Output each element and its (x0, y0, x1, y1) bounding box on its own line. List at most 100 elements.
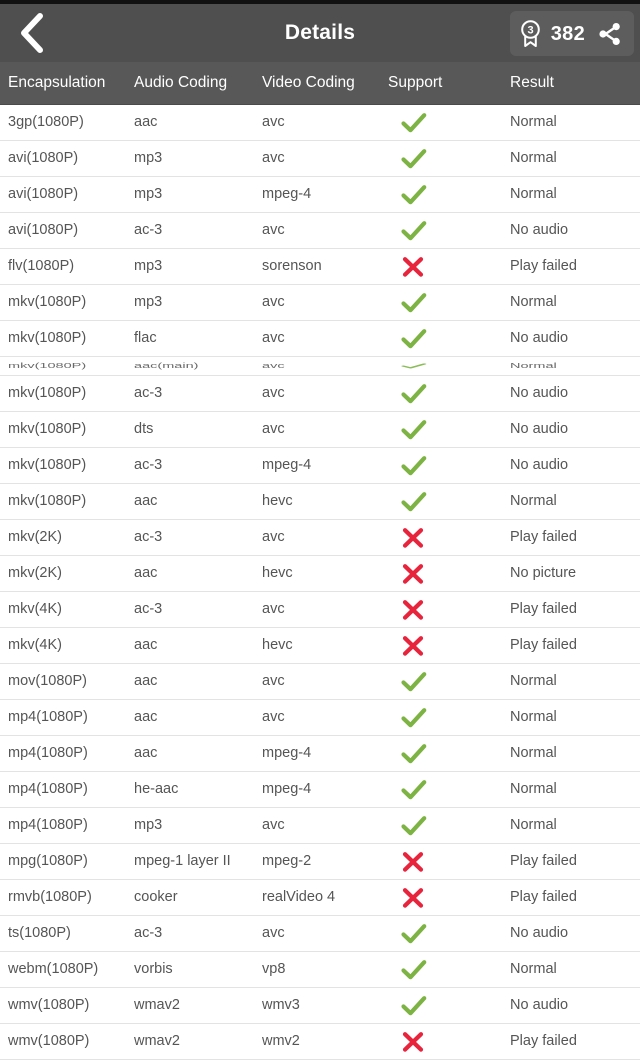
app-bar: Details 3 382 (0, 4, 640, 62)
cell-support (388, 916, 506, 951)
cell-encapsulation: wmv(1080P) (8, 997, 90, 1013)
cell-encapsulation: mkv(1080P) (8, 457, 87, 473)
cell-audio: mp3 (134, 258, 163, 274)
column-header-video-coding: Video Coding (262, 74, 355, 91)
cell-audio: aac (134, 745, 158, 761)
table-row[interactable]: mkv(4K) ac-3 avc Play failed (0, 592, 640, 628)
table-row[interactable]: mkv(1080P) mp3 avc Normal (0, 285, 640, 321)
table-column-header: Encapsulation Audio Coding Video Coding … (0, 62, 640, 105)
cell-result: Normal (510, 150, 557, 166)
cell-video: avc (262, 421, 285, 437)
cell-result: No audio (510, 457, 569, 473)
cell-result: Normal (510, 961, 557, 977)
check-icon (388, 412, 427, 447)
cell-encapsulation: mkv(1080P) (8, 421, 87, 437)
check-icon (388, 916, 427, 951)
table-row[interactable]: mkv(1080P) flac avc No audio (0, 321, 640, 357)
cell-video: hevc (262, 637, 293, 653)
table-row[interactable]: mkv(1080P) dts avc No audio (0, 412, 640, 448)
svg-text:3: 3 (528, 25, 534, 37)
table-row[interactable]: ts(1080P) ac-3 avc No audio (0, 916, 640, 952)
cell-video: avc (262, 601, 285, 617)
check-icon (388, 700, 427, 735)
table-row[interactable]: avi(1080P) mp3 avc Normal (0, 141, 640, 177)
cell-support (388, 141, 506, 176)
cell-encapsulation: ts(1080P) (8, 925, 71, 941)
cell-support (388, 772, 506, 807)
cell-support (388, 213, 506, 248)
cell-result: Normal (510, 745, 557, 761)
cross-icon (388, 520, 425, 555)
cell-video: avc (262, 150, 285, 166)
cell-support (388, 880, 506, 915)
cell-audio: aac(main) (134, 361, 199, 371)
cell-support (388, 664, 506, 699)
cell-video: avc (262, 222, 285, 238)
cell-result: No audio (510, 385, 569, 401)
table-row[interactable]: wmv(1080P) wmav2 wmv2 Play failed (0, 1024, 640, 1060)
cell-audio: ac-3 (134, 529, 163, 545)
check-icon (388, 213, 427, 248)
cell-encapsulation: mp4(1080P) (8, 709, 88, 725)
cell-result: Normal (510, 114, 557, 130)
table-row[interactable]: mov(1080P) aac avc Normal (0, 664, 640, 700)
table-row[interactable]: mpg(1080P) mpeg-1 layer II mpeg-2 Play fail… (0, 844, 640, 880)
table-row[interactable]: 3gp(1080P) aac avc Normal (0, 105, 640, 141)
table-row[interactable]: wmv(1080P) wmav2 wmv3 No audio (0, 988, 640, 1024)
share-icon[interactable] (595, 19, 625, 49)
table-row[interactable]: rmvb(1080P) cooker realVideo 4 Play failed (0, 880, 640, 916)
column-header-support: Support (388, 74, 443, 91)
cell-support (388, 376, 506, 411)
cell-audio: dts (134, 421, 154, 437)
check-icon (388, 664, 427, 699)
table-row[interactable]: mp4(1080P) aac mpeg-4 Normal (0, 736, 640, 772)
back-button[interactable] (0, 4, 62, 62)
table-row[interactable]: mkv(1080P) aac(main) avc Normal (0, 357, 640, 376)
table-row[interactable]: mp4(1080P) he-aac mpeg-4 Normal (0, 772, 640, 808)
cell-support (388, 484, 506, 519)
cell-encapsulation: mkv(2K) (8, 529, 62, 545)
cell-video: avc (262, 529, 285, 545)
cell-video: mpeg-4 (262, 781, 312, 797)
cell-support (388, 628, 506, 663)
cell-audio: aac (134, 493, 158, 509)
table-row[interactable]: mkv(1080P) ac-3 avc No audio (0, 376, 640, 412)
cell-result: Play failed (510, 1033, 577, 1049)
cell-audio: aac (134, 709, 158, 725)
cell-encapsulation: avi(1080P) (8, 186, 79, 202)
cell-support (388, 1024, 506, 1059)
table-row[interactable]: mkv(1080P) ac-3 mpeg-4 No audio (0, 448, 640, 484)
cell-audio: wmav2 (134, 1033, 180, 1049)
cell-support (388, 412, 506, 447)
table-row[interactable]: flv(1080P) mp3 sorenson Play failed (0, 249, 640, 285)
check-icon (388, 772, 427, 807)
cell-support (388, 105, 506, 140)
table-row[interactable]: mp4(1080P) mp3 avc Normal (0, 808, 640, 844)
compatibility-table[interactable]: 3gp(1080P) aac avc Normal avi(1080P) mp3 avc No… (0, 105, 640, 1060)
table-row[interactable]: webm(1080P) vorbis vp8 Normal (0, 952, 640, 988)
cell-support (388, 844, 506, 879)
table-row[interactable]: mkv(1080P) aac hevc Normal (0, 484, 640, 520)
table-row[interactable]: avi(1080P) mp3 mpeg-4 Normal (0, 177, 640, 213)
cell-audio: mp3 (134, 186, 163, 202)
cell-video: mpeg-4 (262, 186, 312, 202)
cell-encapsulation: mkv(1080P) (8, 361, 87, 371)
cell-support (388, 285, 506, 320)
cell-encapsulation: mkv(4K) (8, 637, 62, 653)
table-row[interactable]: avi(1080P) ac-3 avc No audio (0, 213, 640, 249)
score-badge-group[interactable]: 3 382 (509, 11, 634, 56)
column-header-audio-coding: Audio Coding (134, 74, 228, 91)
cell-support (388, 700, 506, 735)
check-icon (388, 736, 427, 771)
cell-video: avc (262, 114, 285, 130)
cell-result: Normal (510, 709, 557, 725)
cross-icon (388, 592, 425, 627)
cell-support (388, 177, 506, 212)
table-row[interactable]: mp4(1080P) aac avc Normal (0, 700, 640, 736)
cell-audio: aac (134, 565, 158, 581)
table-row[interactable]: mkv(4K) aac hevc Play failed (0, 628, 640, 664)
table-row[interactable]: mkv(2K) ac-3 avc Play failed (0, 520, 640, 556)
table-row[interactable]: mkv(2K) aac hevc No picture (0, 556, 640, 592)
cell-encapsulation: mkv(1080P) (8, 493, 87, 509)
cell-audio: ac-3 (134, 601, 163, 617)
